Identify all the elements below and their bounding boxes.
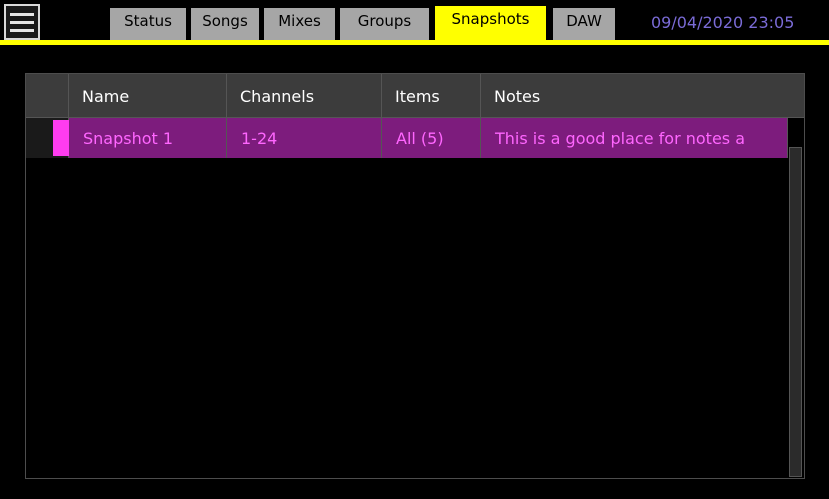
column-header-notes[interactable]: Notes	[481, 74, 804, 118]
column-header-channels[interactable]: Channels	[227, 74, 382, 118]
snapshots-table: Name Channels Items Notes Snapshot 1 1-2…	[25, 73, 805, 479]
table-row[interactable]: Snapshot 1 1-24 All (5) This is a good p…	[26, 118, 804, 158]
menu-button[interactable]	[4, 4, 40, 40]
vertical-scrollbar[interactable]	[789, 147, 802, 477]
table-header: Name Channels Items Notes	[26, 74, 804, 118]
row-marker-cell	[26, 118, 69, 158]
cell-items: All (5)	[382, 118, 481, 158]
accent-divider	[0, 40, 829, 45]
hamburger-menu-icon	[10, 12, 34, 16]
column-header-name[interactable]: Name	[69, 74, 227, 118]
cell-name: Snapshot 1	[69, 118, 227, 158]
top-bar: Status Songs Mixes Groups Snapshots DAW …	[0, 0, 829, 46]
cell-notes: This is a good place for notes a	[481, 118, 788, 158]
tab-mixes[interactable]: Mixes	[264, 8, 335, 40]
selection-marker	[53, 120, 69, 156]
column-header-items[interactable]: Items	[382, 74, 481, 118]
tab-snapshots[interactable]: Snapshots	[435, 6, 546, 42]
header-marker-column	[26, 74, 69, 118]
tab-groups[interactable]: Groups	[340, 8, 429, 40]
tab-daw[interactable]: DAW	[553, 8, 615, 40]
tab-status[interactable]: Status	[110, 8, 186, 40]
tab-songs[interactable]: Songs	[191, 8, 259, 40]
date-time-display: 09/04/2020 23:05	[651, 13, 795, 32]
cell-channels: 1-24	[227, 118, 382, 158]
